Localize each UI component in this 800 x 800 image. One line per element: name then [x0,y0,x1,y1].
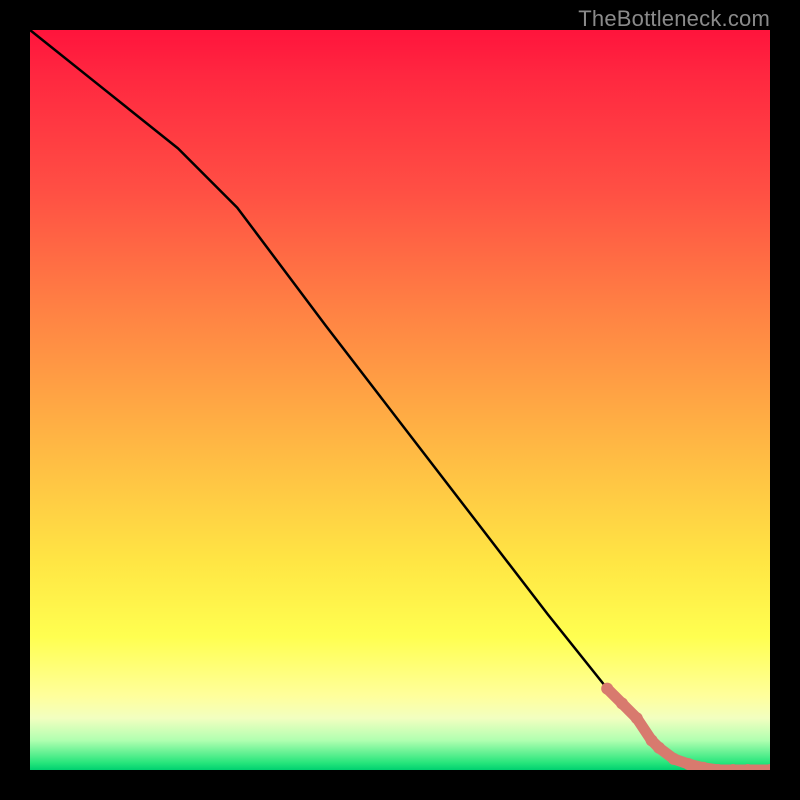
data-marker-group [601,683,770,770]
watermark-text: TheBottleneck.com [578,6,770,32]
bottleneck-curve [30,30,770,770]
chart-frame: TheBottleneck.com [0,0,800,800]
plot-overlay [30,30,770,770]
